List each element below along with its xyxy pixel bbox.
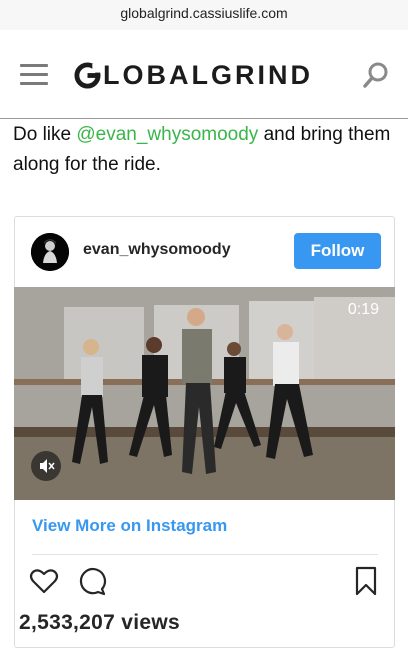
url-text: globalgrind.cassiuslife.com [120, 5, 288, 21]
bookmark-icon[interactable] [353, 566, 379, 596]
logo-text: LOBALGRIND [103, 60, 313, 90]
divider [32, 554, 378, 555]
search-icon[interactable] [361, 60, 391, 90]
hamburger-menu-icon[interactable] [20, 64, 48, 86]
mute-icon[interactable] [31, 451, 61, 481]
video-timer: 0:19 [347, 301, 379, 318]
view-count: 2,533,207 views [19, 611, 180, 634]
mention-link[interactable]: @evan_whysomoody [76, 124, 258, 145]
heart-icon[interactable] [29, 566, 59, 596]
article-text-before: Do like [13, 124, 77, 145]
site-logo[interactable]: LOBALGRIND [74, 60, 313, 90]
article-paragraph: Do like @evan_whysomoody and bring them … [13, 120, 398, 180]
site-header: LOBALGRIND [0, 30, 408, 119]
follow-button[interactable]: Follow [294, 233, 381, 269]
action-bar [29, 566, 379, 598]
comment-icon[interactable] [77, 566, 107, 596]
logo-g-icon [74, 61, 101, 89]
instagram-embed: evan_whysomoody Follow 0:19 View More on… [14, 216, 395, 648]
browser-url-bar[interactable]: globalgrind.cassiuslife.com [0, 0, 408, 30]
video-frame [14, 287, 395, 500]
username[interactable]: evan_whysomoody [83, 241, 231, 259]
avatar[interactable] [31, 233, 69, 271]
video-player[interactable]: 0:19 [14, 287, 395, 500]
view-more-link[interactable]: View More on Instagram [32, 516, 227, 536]
